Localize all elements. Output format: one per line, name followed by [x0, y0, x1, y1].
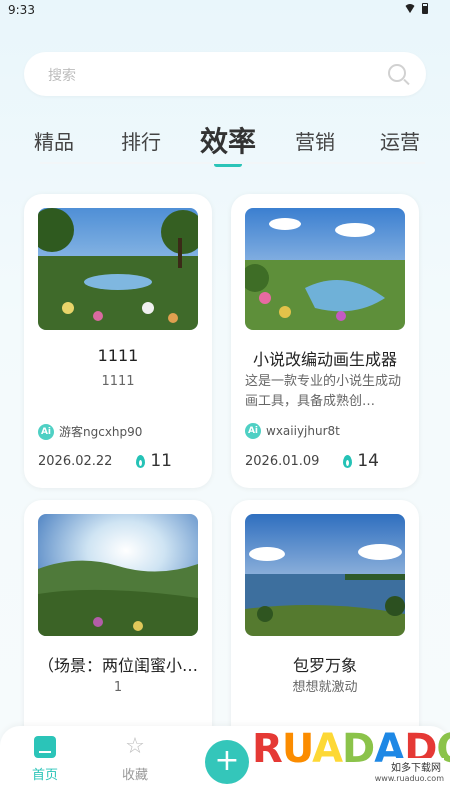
- card-description: 想想就激动: [292, 680, 358, 695]
- app-card[interactable]: 小说改编动画生成器 这是一款专业的小说生成动画工具，具备成熟创… Ai wxai…: [231, 194, 419, 488]
- card-author: Ai wxaiiyjhur8t: [245, 423, 340, 439]
- search-bar[interactable]: 搜索: [24, 52, 426, 96]
- card-description: 1111: [101, 374, 135, 389]
- watermark-tagline: 如多下载网: [388, 758, 444, 775]
- tab-xiaolv[interactable]: 效率: [200, 120, 256, 160]
- star-icon: ☆: [125, 734, 145, 759]
- wifi-icon: [404, 4, 416, 14]
- tabs-divider: [40, 162, 425, 164]
- likes-count: 11: [150, 451, 172, 471]
- card-thumbnail: [245, 208, 405, 330]
- card-author: Ai 游客ngcxhp90: [38, 423, 142, 440]
- card-date: 2026.02.22: [38, 454, 113, 469]
- status-time: 9:33: [8, 3, 35, 17]
- battery-icon: [422, 3, 428, 14]
- tab-jingpin[interactable]: 精品: [34, 126, 74, 155]
- status-bar: 9:33: [0, 0, 450, 24]
- search-placeholder: 搜索: [48, 68, 76, 84]
- author-name: wxaiiyjhur8t: [266, 424, 340, 438]
- tab-yunying[interactable]: 运营: [380, 126, 420, 155]
- card-title: 小说改编动画生成器: [252, 350, 397, 369]
- nav-favorites[interactable]: ☆ 收藏: [105, 734, 165, 784]
- card-title: 包罗万象: [292, 656, 357, 675]
- card-description: 1: [113, 680, 123, 695]
- ai-badge-icon: Ai: [38, 423, 54, 440]
- nav-favorites-label: 收藏: [121, 768, 148, 783]
- card-thumbnail: [38, 208, 198, 330]
- card-date: 2026.01.09: [245, 454, 320, 469]
- card-thumbnail: [245, 514, 405, 636]
- category-tabs: 精品 排行 效率 营销 运营: [0, 118, 450, 168]
- flame-icon: [343, 454, 353, 468]
- nav-home[interactable]: 首页: [15, 736, 75, 783]
- watermark-logo: RUADADO 如多下载网 www.ruaduo.com: [252, 724, 450, 800]
- card-likes: 14: [343, 451, 379, 471]
- add-button[interactable]: +: [205, 740, 249, 784]
- status-icons: [404, 3, 428, 14]
- card-title: 1111: [97, 346, 139, 365]
- app-card[interactable]: 1111 1111 Ai 游客ngcxhp90 2026.02.22 11: [24, 194, 212, 488]
- watermark-url: www.ruaduo.com: [374, 774, 444, 783]
- card-title: （场景：两位闺蜜小…: [37, 656, 198, 675]
- home-icon: [34, 736, 56, 758]
- tab-yingxiao[interactable]: 营销: [295, 126, 335, 155]
- nav-home-label: 首页: [31, 768, 58, 783]
- card-thumbnail: [38, 514, 198, 636]
- author-name: 游客ngcxhp90: [59, 425, 143, 439]
- ai-badge-icon: Ai: [245, 423, 261, 439]
- tab-paihang[interactable]: 排行: [121, 126, 161, 155]
- likes-count: 14: [357, 451, 379, 471]
- card-description: 这是一款专业的小说生成动画工具，具备成熟创…: [245, 374, 402, 409]
- search-icon[interactable]: [388, 64, 406, 82]
- card-likes: 11: [136, 451, 172, 471]
- flame-icon: [136, 454, 146, 468]
